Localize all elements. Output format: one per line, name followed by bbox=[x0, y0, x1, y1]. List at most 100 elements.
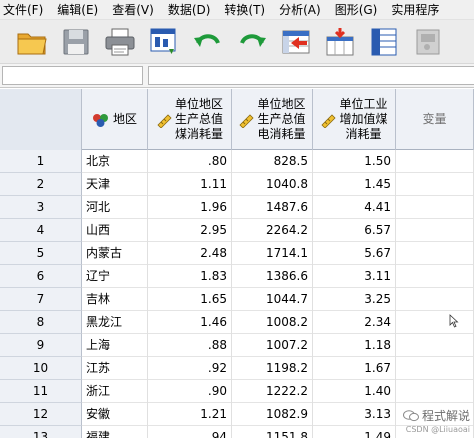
data-cell[interactable]: 福建 bbox=[82, 426, 148, 438]
data-cell[interactable]: 3.13 bbox=[313, 403, 396, 426]
data-cell[interactable]: 5.67 bbox=[313, 242, 396, 265]
goto-case-button[interactable] bbox=[278, 24, 314, 60]
data-cell[interactable]: 2.34 bbox=[313, 311, 396, 334]
column-header-1[interactable]: 单位地区 生产总值 煤消耗量 bbox=[148, 89, 232, 150]
row-number[interactable]: 3 bbox=[0, 196, 82, 219]
cell-value-field[interactable] bbox=[148, 66, 474, 85]
row-number[interactable]: 5 bbox=[0, 242, 82, 265]
data-cell[interactable]: .92 bbox=[148, 357, 232, 380]
save-button[interactable] bbox=[58, 24, 94, 60]
data-cell[interactable] bbox=[396, 150, 474, 173]
data-cell[interactable]: .88 bbox=[148, 334, 232, 357]
menu-item-4[interactable]: 转换(T) bbox=[218, 0, 273, 20]
data-cell[interactable]: 辽宁 bbox=[82, 265, 148, 288]
data-cell[interactable]: 1.49 bbox=[313, 426, 396, 438]
print-button[interactable] bbox=[102, 24, 138, 60]
row-number[interactable]: 1 bbox=[0, 150, 82, 173]
data-cell[interactable]: 1.50 bbox=[313, 150, 396, 173]
row-number[interactable]: 12 bbox=[0, 403, 82, 426]
data-cell[interactable]: 1386.6 bbox=[232, 265, 313, 288]
column-header-0[interactable]: 地区 bbox=[82, 89, 148, 150]
data-cell[interactable]: 1487.6 bbox=[232, 196, 313, 219]
dialog-recall-button[interactable] bbox=[146, 24, 182, 60]
data-cell[interactable] bbox=[396, 288, 474, 311]
data-cell[interactable] bbox=[396, 219, 474, 242]
data-cell[interactable]: 2.95 bbox=[148, 219, 232, 242]
data-cell[interactable]: 1082.9 bbox=[232, 403, 313, 426]
data-cell[interactable]: 1008.2 bbox=[232, 311, 313, 334]
data-cell[interactable]: .90 bbox=[148, 380, 232, 403]
data-cell[interactable]: 吉林 bbox=[82, 288, 148, 311]
data-cell[interactable]: 1714.1 bbox=[232, 242, 313, 265]
data-cell[interactable]: 河北 bbox=[82, 196, 148, 219]
menu-item-1[interactable]: 编辑(E) bbox=[51, 0, 106, 20]
menu-item-2[interactable]: 查看(V) bbox=[106, 0, 162, 20]
data-cell[interactable] bbox=[396, 380, 474, 403]
data-cell[interactable]: 1.21 bbox=[148, 403, 232, 426]
column-header-4[interactable]: 变量 bbox=[396, 89, 474, 150]
data-cell[interactable] bbox=[396, 357, 474, 380]
data-cell[interactable]: 828.5 bbox=[232, 150, 313, 173]
row-number[interactable]: 13 bbox=[0, 426, 82, 438]
row-number[interactable]: 6 bbox=[0, 265, 82, 288]
data-cell[interactable]: 3.11 bbox=[313, 265, 396, 288]
data-cell[interactable]: 1040.8 bbox=[232, 173, 313, 196]
row-number[interactable]: 10 bbox=[0, 357, 82, 380]
data-cell[interactable]: 1044.7 bbox=[232, 288, 313, 311]
data-cell[interactable]: 北京 bbox=[82, 150, 148, 173]
undo-button[interactable] bbox=[190, 24, 226, 60]
data-cell[interactable]: 1007.2 bbox=[232, 334, 313, 357]
data-cell[interactable]: 1.96 bbox=[148, 196, 232, 219]
data-cell[interactable] bbox=[396, 242, 474, 265]
menu-item-6[interactable]: 图形(G) bbox=[329, 0, 386, 20]
data-cell[interactable] bbox=[396, 311, 474, 334]
menu-item-0[interactable]: 文件(F) bbox=[0, 0, 51, 20]
data-cell[interactable]: 上海 bbox=[82, 334, 148, 357]
data-cell[interactable]: 1.65 bbox=[148, 288, 232, 311]
data-cell[interactable]: 浙江 bbox=[82, 380, 148, 403]
data-cell[interactable]: 1.83 bbox=[148, 265, 232, 288]
data-cell[interactable]: 山西 bbox=[82, 219, 148, 242]
data-cell[interactable]: 内蒙古 bbox=[82, 242, 148, 265]
data-cell[interactable]: 1.40 bbox=[313, 380, 396, 403]
open-folder-button[interactable] bbox=[14, 24, 50, 60]
data-cell[interactable]: 1.11 bbox=[148, 173, 232, 196]
data-cell[interactable]: 1.45 bbox=[313, 173, 396, 196]
data-cell[interactable]: 江苏 bbox=[82, 357, 148, 380]
data-cell[interactable]: .80 bbox=[148, 150, 232, 173]
row-number[interactable]: 8 bbox=[0, 311, 82, 334]
row-number[interactable]: 11 bbox=[0, 380, 82, 403]
cell-reference-field[interactable] bbox=[2, 66, 143, 85]
data-cell[interactable]: 1198.2 bbox=[232, 357, 313, 380]
row-number[interactable]: 7 bbox=[0, 288, 82, 311]
data-cell[interactable]: 1.67 bbox=[313, 357, 396, 380]
menu-item-3[interactable]: 数据(D) bbox=[162, 0, 219, 20]
goto-variable-button[interactable] bbox=[322, 24, 358, 60]
data-cell[interactable]: 1.46 bbox=[148, 311, 232, 334]
find-button[interactable] bbox=[410, 24, 446, 60]
data-cell[interactable]: 2264.2 bbox=[232, 219, 313, 242]
data-cell[interactable]: 黑龙江 bbox=[82, 311, 148, 334]
data-cell[interactable]: 安徽 bbox=[82, 403, 148, 426]
column-header-3[interactable]: 单位工业 增加值煤 消耗量 bbox=[313, 89, 396, 150]
column-header-2[interactable]: 单位地区 生产总值 电消耗量 bbox=[232, 89, 313, 150]
data-cell[interactable] bbox=[396, 334, 474, 357]
data-cell[interactable] bbox=[396, 173, 474, 196]
redo-button[interactable] bbox=[234, 24, 270, 60]
data-cell[interactable]: .94 bbox=[148, 426, 232, 438]
menu-item-7[interactable]: 实用程序 bbox=[385, 0, 447, 20]
data-cell[interactable]: 6.57 bbox=[313, 219, 396, 242]
data-cell[interactable]: 1.18 bbox=[313, 334, 396, 357]
data-cell[interactable]: 2.48 bbox=[148, 242, 232, 265]
data-cell[interactable]: 1151.8 bbox=[232, 426, 313, 438]
data-cell[interactable] bbox=[396, 265, 474, 288]
row-number[interactable]: 2 bbox=[0, 173, 82, 196]
data-cell[interactable] bbox=[396, 196, 474, 219]
data-cell[interactable]: 天津 bbox=[82, 173, 148, 196]
grid-corner[interactable] bbox=[0, 89, 82, 150]
menu-item-5[interactable]: 分析(A) bbox=[273, 0, 329, 20]
row-number[interactable]: 4 bbox=[0, 219, 82, 242]
data-cell[interactable]: 3.25 bbox=[313, 288, 396, 311]
variables-button[interactable] bbox=[366, 24, 402, 60]
data-cell[interactable]: 4.41 bbox=[313, 196, 396, 219]
